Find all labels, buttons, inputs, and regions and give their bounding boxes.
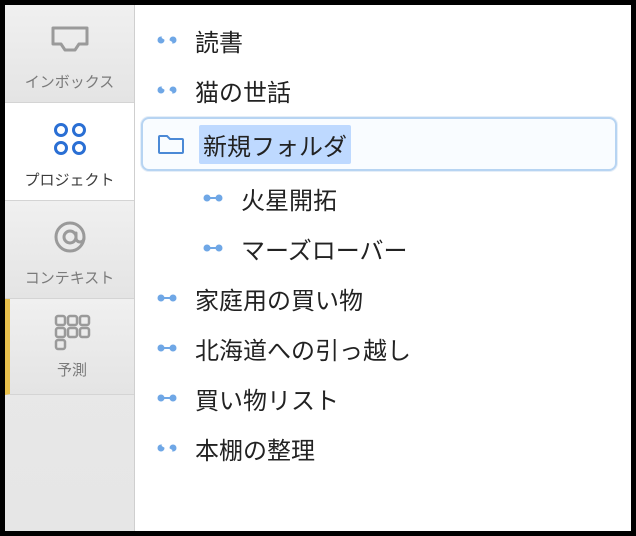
project-label: 本棚の整理 bbox=[195, 431, 315, 466]
sidebar-tab-forecast[interactable]: 予測 bbox=[5, 299, 134, 395]
app-window: インボックス プロジェクト コンテキスト bbox=[0, 0, 636, 536]
project-label: 買い物リスト bbox=[195, 381, 339, 416]
context-icon bbox=[50, 215, 90, 259]
project-label-editing[interactable]: 新規フォルダ bbox=[199, 125, 351, 164]
project-label: 猫の世話 bbox=[195, 73, 291, 108]
single-action-list-icon bbox=[153, 83, 181, 97]
sidebar-tab-label: 予測 bbox=[57, 359, 87, 380]
project-row[interactable]: 家庭用の買い物 bbox=[135, 273, 623, 323]
sidebar: インボックス プロジェクト コンテキスト bbox=[5, 5, 135, 531]
sidebar-tab-label: コンテキスト bbox=[25, 267, 115, 288]
project-row[interactable]: 買い物リスト bbox=[135, 373, 623, 423]
projects-icon bbox=[49, 117, 91, 161]
project-row[interactable]: 火星開拓 bbox=[135, 173, 623, 223]
inbox-icon bbox=[49, 19, 91, 63]
parallel-project-icon bbox=[153, 291, 181, 305]
project-row[interactable]: 猫の世話 bbox=[135, 65, 623, 115]
project-row[interactable]: 北海道への引っ越し bbox=[135, 323, 623, 373]
project-list: 読書 猫の世話 新規フォルダ 火星開拓 bbox=[135, 5, 631, 531]
project-label: 読書 bbox=[195, 23, 243, 58]
folder-icon bbox=[157, 133, 185, 155]
parallel-project-icon bbox=[153, 341, 181, 355]
project-label: マーズローバー bbox=[241, 231, 408, 266]
project-row[interactable]: マーズローバー bbox=[135, 223, 623, 273]
sidebar-tab-contexts[interactable]: コンテキスト bbox=[5, 201, 134, 299]
parallel-project-icon bbox=[199, 191, 227, 205]
project-row-folder-editing[interactable]: 新規フォルダ bbox=[141, 117, 617, 171]
parallel-project-icon bbox=[199, 241, 227, 255]
project-label: 火星開拓 bbox=[241, 181, 337, 216]
sidebar-tab-inbox[interactable]: インボックス bbox=[5, 5, 134, 103]
project-label: 北海道への引っ越し bbox=[195, 331, 411, 366]
sidebar-tab-label: インボックス bbox=[25, 71, 115, 92]
parallel-project-icon bbox=[153, 391, 181, 405]
single-action-list-icon bbox=[153, 33, 181, 47]
project-row[interactable]: 本棚の整理 bbox=[135, 423, 623, 473]
single-action-list-icon bbox=[153, 441, 181, 455]
sidebar-tab-label: プロジェクト bbox=[24, 169, 114, 190]
project-label: 家庭用の買い物 bbox=[195, 281, 363, 316]
forecast-icon bbox=[53, 313, 91, 351]
project-row[interactable]: 読書 bbox=[135, 15, 623, 65]
sidebar-tab-projects[interactable]: プロジェクト bbox=[5, 103, 134, 201]
